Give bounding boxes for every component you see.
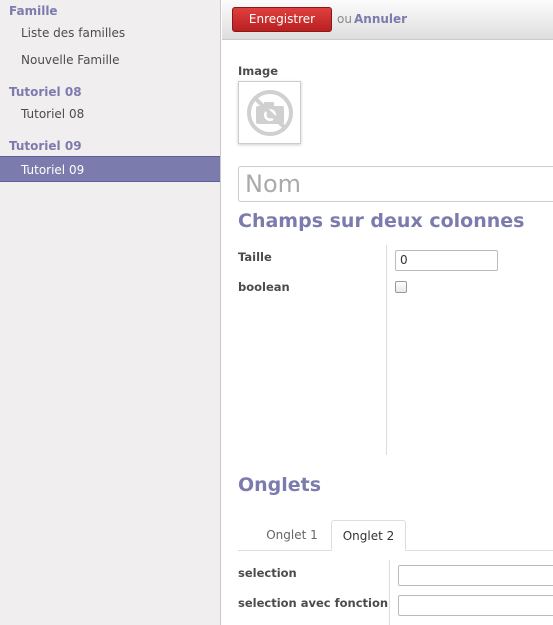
sidebar-item-liste-des-familles[interactable]: Liste des familles [0,20,220,46]
selection-fn-label: selection avec fonction [238,596,389,610]
sidebar-section-tutoriel-08: Tutoriel 08 [9,85,82,99]
sidebar-item-tutoriel-09[interactable]: Tutoriel 09 [0,156,220,182]
selection-field[interactable] [398,565,553,586]
taille-input[interactable]: 0 [395,250,498,271]
taille-label: Taille [238,250,272,264]
selection-fn-field[interactable] [398,595,553,616]
tab-onglet-1[interactable]: Onglet 1 [256,520,328,551]
section-title-two-columns: Champs sur deux colonnes [238,210,525,232]
sidebar: Famille Liste des familles Nouvelle Fami… [0,0,221,625]
boolean-label: boolean [238,280,290,294]
sidebar-section-famille: Famille [9,4,58,18]
boolean-checkbox[interactable] [395,281,407,293]
no-photo-camera-icon [247,90,293,136]
sidebar-section-tutoriel-09: Tutoriel 09 [9,139,82,153]
section-title-onglets: Onglets [238,474,322,496]
image-field[interactable] [238,81,301,144]
cancel-link[interactable]: Annuler [354,12,407,26]
image-label: Image [238,64,279,78]
column-divider [386,245,387,455]
sidebar-item-nouvelle-famille[interactable]: Nouvelle Famille [0,47,220,73]
form-toolbar: Enregistrer ou Annuler [222,0,553,40]
sidebar-item-tutoriel-08[interactable]: Tutoriel 08 [0,101,220,127]
save-button[interactable]: Enregistrer [232,7,332,32]
selection-label: selection [238,566,297,580]
name-input[interactable]: Nom [238,166,553,202]
or-text: ou [337,12,352,26]
tab-column-divider [389,560,390,625]
tab-onglet-2[interactable]: Onglet 2 [331,520,406,551]
